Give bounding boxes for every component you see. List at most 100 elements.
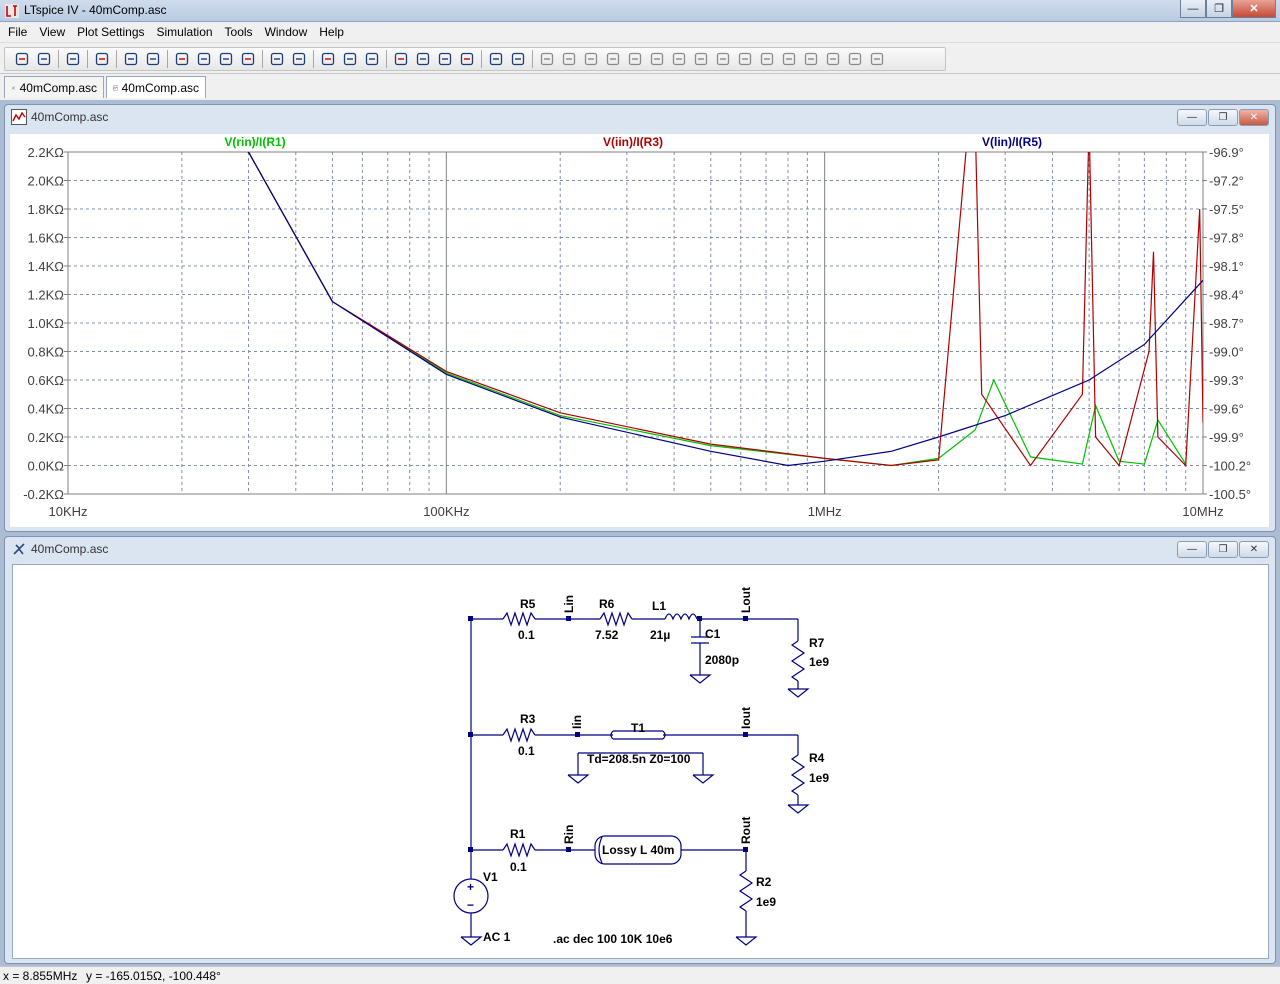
menu-simulation[interactable]: Simulation: [151, 22, 219, 42]
zoom-out-icon[interactable]: [215, 48, 237, 70]
net-label-rin[interactable]: Rin: [562, 825, 576, 844]
redo-icon[interactable]: [778, 48, 800, 70]
schematic-minimize-button[interactable]: —: [1177, 541, 1207, 558]
net-label-rout[interactable]: Rout: [739, 817, 753, 844]
label-c1[interactable]: C1: [705, 627, 721, 641]
label-r1[interactable]: R1: [510, 827, 526, 841]
autorange-icon[interactable]: [266, 48, 288, 70]
text-icon[interactable]: [844, 48, 866, 70]
net-label-iout[interactable]: Iout: [739, 707, 753, 729]
move-icon[interactable]: [712, 48, 734, 70]
waveform-chart[interactable]: 2.2KΩ 2.0KΩ 1.8KΩ 1.6KΩ 1.4KΩ 1.2KΩ 1.0KΩ 0.8KΩ…: [10, 134, 1269, 527]
zoom-in-icon[interactable]: [171, 48, 193, 70]
rotate-icon[interactable]: [800, 48, 822, 70]
ground-icon[interactable]: [558, 48, 580, 70]
paste-icon[interactable]: [434, 48, 456, 70]
open-icon[interactable]: [33, 48, 55, 70]
print-icon[interactable]: [507, 48, 529, 70]
value-r2[interactable]: 1e9: [756, 895, 776, 909]
drag-icon[interactable]: [734, 48, 756, 70]
label-t1[interactable]: T1: [631, 721, 645, 735]
label-r5[interactable]: R5: [520, 597, 536, 611]
label-r2[interactable]: R2: [756, 875, 772, 889]
schematic-canvas[interactable]: + − R5 0.1 R6 7.52 L1 21µ C1 2080p R7 1e…: [12, 564, 1269, 959]
menu-help[interactable]: Help: [313, 22, 350, 42]
value-r1[interactable]: 0.1: [510, 860, 527, 874]
save-icon[interactable]: [62, 48, 84, 70]
y-tick-label-right: -97.5°: [1209, 202, 1244, 217]
menu-view[interactable]: View: [33, 22, 71, 42]
zoom-cancel-icon[interactable]: [237, 48, 259, 70]
new-schematic-icon[interactable]: [11, 48, 33, 70]
undo-icon[interactable]: [756, 48, 778, 70]
label-v1[interactable]: V1: [483, 870, 498, 884]
value-v1[interactable]: AC 1: [483, 930, 511, 944]
inductor-icon[interactable]: [646, 48, 668, 70]
resistor-icon[interactable]: [602, 48, 624, 70]
toolbar-separator: [386, 50, 387, 68]
trace-label[interactable]: V(lin)/I(R5): [982, 135, 1042, 149]
capacitor-icon[interactable]: [624, 48, 646, 70]
plot-maximize-button[interactable]: ❐: [1208, 109, 1238, 126]
close-all-icon[interactable]: [361, 48, 383, 70]
lossy-line-label[interactable]: Lossy L 40m: [602, 843, 674, 857]
status-bar: x = 8.855MHz y = -165.015Ω, -100.448°: [0, 966, 1280, 984]
value-c1[interactable]: 2080p: [705, 653, 739, 667]
net-label-lout[interactable]: Lout: [739, 587, 753, 613]
component-icon[interactable]: [690, 48, 712, 70]
schematic-maximize-button[interactable]: ❐: [1208, 541, 1238, 558]
trace-label[interactable]: V(iin)/I(R3): [603, 135, 663, 149]
value-r3[interactable]: 0.1: [518, 744, 535, 758]
menu-plot-settings[interactable]: Plot Settings: [71, 22, 150, 42]
value-t1[interactable]: Td=208.5n Z0=100: [587, 752, 691, 766]
plot-close-button[interactable]: ✕: [1239, 109, 1269, 126]
label-l1[interactable]: L1: [652, 599, 666, 613]
waveform-plot[interactable]: 2.2KΩ 2.0KΩ 1.8KΩ 1.6KΩ 1.4KΩ 1.2KΩ 1.0KΩ 0.8KΩ…: [10, 134, 1269, 527]
diode-icon[interactable]: [668, 48, 690, 70]
control-panel-icon[interactable]: [91, 48, 113, 70]
cut-icon[interactable]: [390, 48, 412, 70]
y-tick-label-right: -98.1°: [1209, 259, 1244, 274]
net-label-lin[interactable]: Lin: [562, 595, 576, 613]
menu-file[interactable]: File: [2, 22, 33, 42]
restore-button[interactable]: ❐: [1206, 0, 1232, 18]
tab-schematic[interactable]: 40mComp.asc: [4, 76, 104, 98]
value-l1[interactable]: 21µ: [650, 628, 670, 642]
label-r7[interactable]: R7: [809, 636, 825, 650]
y-tick-label-right: -100.5°: [1209, 487, 1251, 502]
close-button[interactable]: ✕: [1232, 0, 1276, 18]
label-icon[interactable]: [580, 48, 602, 70]
menu-tools[interactable]: Tools: [219, 22, 259, 42]
schematic-drawing[interactable]: + − R5 0.1 R6 7.52 L1 21µ C1 2080p R7 1e…: [13, 565, 1270, 960]
trace-label[interactable]: V(rin)/I(R1): [224, 135, 285, 149]
copy-icon[interactable]: [412, 48, 434, 70]
spice-directive[interactable]: .ac dec 100 10K 10e6: [553, 932, 673, 946]
label-r4[interactable]: R4: [809, 751, 825, 765]
wire-icon[interactable]: [536, 48, 558, 70]
label-r3[interactable]: R3: [520, 712, 536, 726]
value-r6[interactable]: 7.52: [595, 628, 619, 642]
value-r5[interactable]: 0.1: [518, 628, 535, 642]
zoom-pan-icon[interactable]: [193, 48, 215, 70]
menu-window[interactable]: Window: [259, 22, 314, 42]
tile-horizontal-icon[interactable]: [317, 48, 339, 70]
tab-plot[interactable]: 40mComp.asc: [106, 76, 206, 98]
mirror-icon[interactable]: [822, 48, 844, 70]
label-r6[interactable]: R6: [599, 597, 615, 611]
spice-directive-icon[interactable]: [866, 48, 888, 70]
print-setup-icon[interactable]: [485, 48, 507, 70]
run-icon[interactable]: [120, 48, 142, 70]
net-label-iin[interactable]: Iin: [570, 715, 584, 729]
x-tick-label: 10MHz: [1182, 504, 1223, 519]
minimize-button[interactable]: —: [1180, 0, 1206, 18]
halt-icon[interactable]: [142, 48, 164, 70]
cascade-icon[interactable]: [339, 48, 361, 70]
schematic-window-titlebar[interactable]: 40mComp.asc: [5, 537, 1275, 561]
find-icon[interactable]: [456, 48, 478, 70]
fit-icon[interactable]: [288, 48, 310, 70]
plot-window-titlebar[interactable]: 40mComp.asc: [5, 105, 1275, 129]
value-r7[interactable]: 1e9: [809, 655, 829, 669]
value-r4[interactable]: 1e9: [809, 771, 829, 785]
schematic-close-button[interactable]: ✕: [1239, 541, 1269, 558]
plot-minimize-button[interactable]: —: [1177, 109, 1207, 126]
